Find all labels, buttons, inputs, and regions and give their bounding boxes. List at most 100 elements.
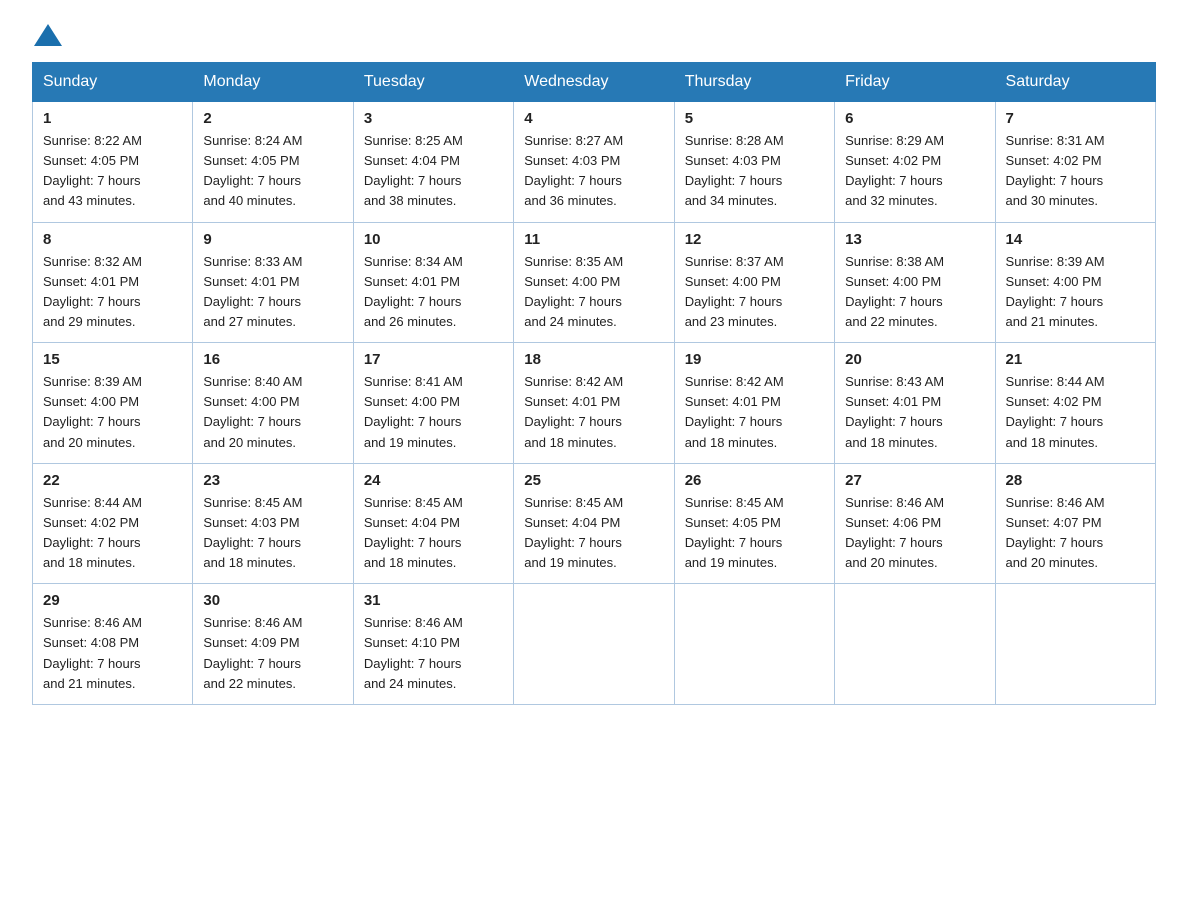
day-number: 15 bbox=[43, 351, 182, 368]
day-info: Sunrise: 8:42 AMSunset: 4:01 PMDaylight:… bbox=[685, 372, 824, 453]
logo-area bbox=[32, 24, 64, 42]
day-number: 27 bbox=[845, 472, 984, 489]
calendar-cell: 5 Sunrise: 8:28 AMSunset: 4:03 PMDayligh… bbox=[674, 102, 834, 223]
day-info: Sunrise: 8:45 AMSunset: 4:04 PMDaylight:… bbox=[364, 493, 503, 574]
day-info: Sunrise: 8:41 AMSunset: 4:00 PMDaylight:… bbox=[364, 372, 503, 453]
day-number: 21 bbox=[1006, 351, 1145, 368]
day-number: 13 bbox=[845, 231, 984, 248]
day-number: 19 bbox=[685, 351, 824, 368]
day-info: Sunrise: 8:45 AMSunset: 4:03 PMDaylight:… bbox=[203, 493, 342, 574]
calendar-cell: 8 Sunrise: 8:32 AMSunset: 4:01 PMDayligh… bbox=[33, 222, 193, 343]
day-number: 22 bbox=[43, 472, 182, 489]
page-header bbox=[32, 24, 1156, 42]
calendar-cell: 16 Sunrise: 8:40 AMSunset: 4:00 PMDaylig… bbox=[193, 343, 353, 464]
column-header-wednesday: Wednesday bbox=[514, 63, 674, 102]
column-header-tuesday: Tuesday bbox=[353, 63, 513, 102]
calendar-cell: 29 Sunrise: 8:46 AMSunset: 4:08 PMDaylig… bbox=[33, 584, 193, 705]
day-info: Sunrise: 8:42 AMSunset: 4:01 PMDaylight:… bbox=[524, 372, 663, 453]
calendar-cell: 23 Sunrise: 8:45 AMSunset: 4:03 PMDaylig… bbox=[193, 463, 353, 584]
day-info: Sunrise: 8:46 AMSunset: 4:10 PMDaylight:… bbox=[364, 613, 503, 694]
day-info: Sunrise: 8:40 AMSunset: 4:00 PMDaylight:… bbox=[203, 372, 342, 453]
column-header-sunday: Sunday bbox=[33, 63, 193, 102]
day-info: Sunrise: 8:27 AMSunset: 4:03 PMDaylight:… bbox=[524, 131, 663, 212]
calendar-cell: 24 Sunrise: 8:45 AMSunset: 4:04 PMDaylig… bbox=[353, 463, 513, 584]
day-number: 18 bbox=[524, 351, 663, 368]
day-number: 11 bbox=[524, 231, 663, 248]
day-number: 12 bbox=[685, 231, 824, 248]
calendar-week-1: 1 Sunrise: 8:22 AMSunset: 4:05 PMDayligh… bbox=[33, 102, 1156, 223]
day-number: 9 bbox=[203, 231, 342, 248]
day-number: 26 bbox=[685, 472, 824, 489]
day-info: Sunrise: 8:37 AMSunset: 4:00 PMDaylight:… bbox=[685, 252, 824, 333]
day-number: 7 bbox=[1006, 110, 1145, 127]
day-info: Sunrise: 8:39 AMSunset: 4:00 PMDaylight:… bbox=[43, 372, 182, 453]
day-number: 8 bbox=[43, 231, 182, 248]
calendar-cell bbox=[835, 584, 995, 705]
calendar-cell: 30 Sunrise: 8:46 AMSunset: 4:09 PMDaylig… bbox=[193, 584, 353, 705]
day-info: Sunrise: 8:46 AMSunset: 4:06 PMDaylight:… bbox=[845, 493, 984, 574]
calendar-week-2: 8 Sunrise: 8:32 AMSunset: 4:01 PMDayligh… bbox=[33, 222, 1156, 343]
calendar-cell: 4 Sunrise: 8:27 AMSunset: 4:03 PMDayligh… bbox=[514, 102, 674, 223]
calendar-cell: 1 Sunrise: 8:22 AMSunset: 4:05 PMDayligh… bbox=[33, 102, 193, 223]
day-number: 20 bbox=[845, 351, 984, 368]
calendar-cell: 11 Sunrise: 8:35 AMSunset: 4:00 PMDaylig… bbox=[514, 222, 674, 343]
calendar-cell: 20 Sunrise: 8:43 AMSunset: 4:01 PMDaylig… bbox=[835, 343, 995, 464]
column-header-saturday: Saturday bbox=[995, 63, 1155, 102]
column-header-thursday: Thursday bbox=[674, 63, 834, 102]
day-info: Sunrise: 8:28 AMSunset: 4:03 PMDaylight:… bbox=[685, 131, 824, 212]
column-header-friday: Friday bbox=[835, 63, 995, 102]
day-info: Sunrise: 8:25 AMSunset: 4:04 PMDaylight:… bbox=[364, 131, 503, 212]
calendar-cell bbox=[674, 584, 834, 705]
calendar-cell: 12 Sunrise: 8:37 AMSunset: 4:00 PMDaylig… bbox=[674, 222, 834, 343]
calendar-cell bbox=[995, 584, 1155, 705]
calendar-cell: 2 Sunrise: 8:24 AMSunset: 4:05 PMDayligh… bbox=[193, 102, 353, 223]
calendar-cell: 19 Sunrise: 8:42 AMSunset: 4:01 PMDaylig… bbox=[674, 343, 834, 464]
day-info: Sunrise: 8:46 AMSunset: 4:08 PMDaylight:… bbox=[43, 613, 182, 694]
day-number: 24 bbox=[364, 472, 503, 489]
day-info: Sunrise: 8:24 AMSunset: 4:05 PMDaylight:… bbox=[203, 131, 342, 212]
day-number: 23 bbox=[203, 472, 342, 489]
day-info: Sunrise: 8:29 AMSunset: 4:02 PMDaylight:… bbox=[845, 131, 984, 212]
day-info: Sunrise: 8:22 AMSunset: 4:05 PMDaylight:… bbox=[43, 131, 182, 212]
day-number: 3 bbox=[364, 110, 503, 127]
day-info: Sunrise: 8:45 AMSunset: 4:04 PMDaylight:… bbox=[524, 493, 663, 574]
calendar-cell: 17 Sunrise: 8:41 AMSunset: 4:00 PMDaylig… bbox=[353, 343, 513, 464]
day-info: Sunrise: 8:44 AMSunset: 4:02 PMDaylight:… bbox=[1006, 372, 1145, 453]
calendar-cell bbox=[514, 584, 674, 705]
day-number: 2 bbox=[203, 110, 342, 127]
day-number: 31 bbox=[364, 592, 503, 609]
day-info: Sunrise: 8:45 AMSunset: 4:05 PMDaylight:… bbox=[685, 493, 824, 574]
day-number: 30 bbox=[203, 592, 342, 609]
logo bbox=[32, 24, 64, 46]
calendar-cell: 6 Sunrise: 8:29 AMSunset: 4:02 PMDayligh… bbox=[835, 102, 995, 223]
calendar-week-4: 22 Sunrise: 8:44 AMSunset: 4:02 PMDaylig… bbox=[33, 463, 1156, 584]
calendar-cell: 7 Sunrise: 8:31 AMSunset: 4:02 PMDayligh… bbox=[995, 102, 1155, 223]
day-info: Sunrise: 8:33 AMSunset: 4:01 PMDaylight:… bbox=[203, 252, 342, 333]
logo-triangle-icon bbox=[34, 24, 62, 46]
day-number: 5 bbox=[685, 110, 824, 127]
day-info: Sunrise: 8:34 AMSunset: 4:01 PMDaylight:… bbox=[364, 252, 503, 333]
calendar-cell: 13 Sunrise: 8:38 AMSunset: 4:00 PMDaylig… bbox=[835, 222, 995, 343]
calendar-cell: 22 Sunrise: 8:44 AMSunset: 4:02 PMDaylig… bbox=[33, 463, 193, 584]
day-info: Sunrise: 8:39 AMSunset: 4:00 PMDaylight:… bbox=[1006, 252, 1145, 333]
day-info: Sunrise: 8:35 AMSunset: 4:00 PMDaylight:… bbox=[524, 252, 663, 333]
calendar-header-row: SundayMondayTuesdayWednesdayThursdayFrid… bbox=[33, 63, 1156, 102]
day-number: 10 bbox=[364, 231, 503, 248]
day-number: 14 bbox=[1006, 231, 1145, 248]
calendar-cell: 26 Sunrise: 8:45 AMSunset: 4:05 PMDaylig… bbox=[674, 463, 834, 584]
day-number: 29 bbox=[43, 592, 182, 609]
day-info: Sunrise: 8:46 AMSunset: 4:09 PMDaylight:… bbox=[203, 613, 342, 694]
calendar-cell: 18 Sunrise: 8:42 AMSunset: 4:01 PMDaylig… bbox=[514, 343, 674, 464]
day-number: 4 bbox=[524, 110, 663, 127]
calendar-cell: 10 Sunrise: 8:34 AMSunset: 4:01 PMDaylig… bbox=[353, 222, 513, 343]
day-number: 6 bbox=[845, 110, 984, 127]
calendar-cell: 15 Sunrise: 8:39 AMSunset: 4:00 PMDaylig… bbox=[33, 343, 193, 464]
calendar-cell: 31 Sunrise: 8:46 AMSunset: 4:10 PMDaylig… bbox=[353, 584, 513, 705]
calendar-cell: 25 Sunrise: 8:45 AMSunset: 4:04 PMDaylig… bbox=[514, 463, 674, 584]
day-info: Sunrise: 8:46 AMSunset: 4:07 PMDaylight:… bbox=[1006, 493, 1145, 574]
day-number: 28 bbox=[1006, 472, 1145, 489]
day-info: Sunrise: 8:32 AMSunset: 4:01 PMDaylight:… bbox=[43, 252, 182, 333]
day-info: Sunrise: 8:38 AMSunset: 4:00 PMDaylight:… bbox=[845, 252, 984, 333]
calendar-cell: 28 Sunrise: 8:46 AMSunset: 4:07 PMDaylig… bbox=[995, 463, 1155, 584]
day-number: 1 bbox=[43, 110, 182, 127]
